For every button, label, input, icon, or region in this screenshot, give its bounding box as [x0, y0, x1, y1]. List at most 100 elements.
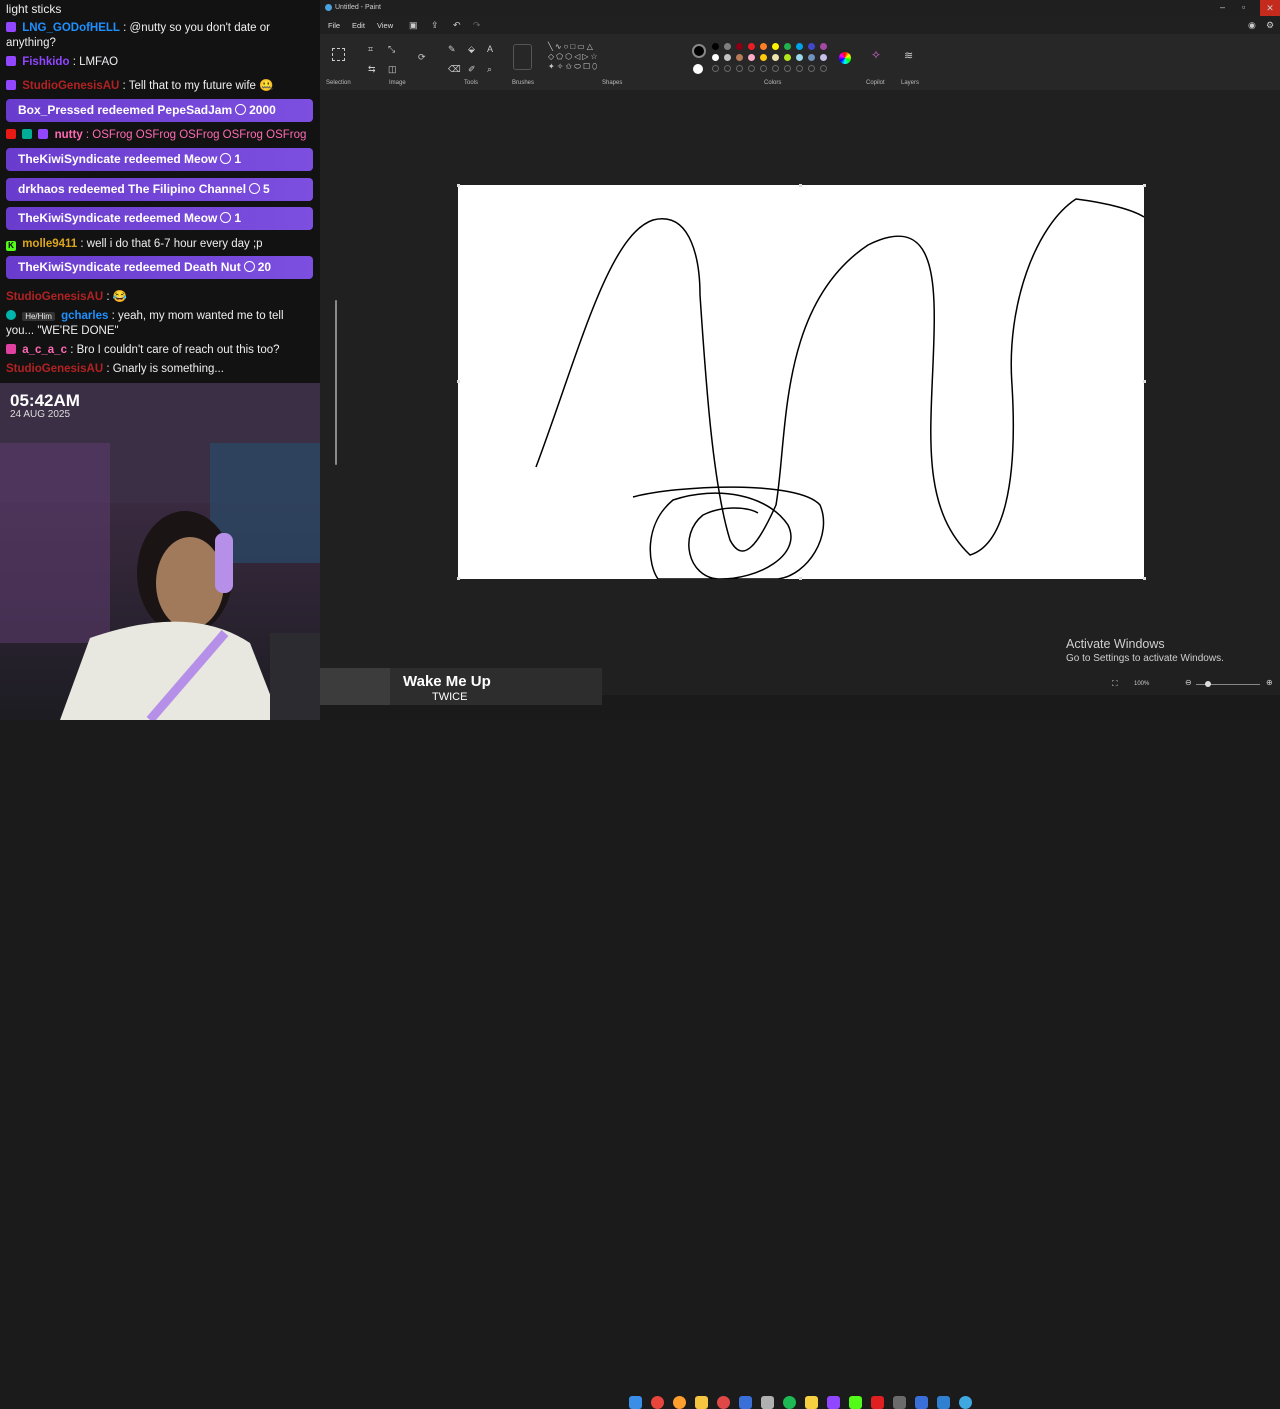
- custom-color-slot[interactable]: [748, 65, 755, 72]
- zoom-slider-thumb[interactable]: [1205, 681, 1211, 687]
- obs-icon[interactable]: [717, 1396, 730, 1409]
- text-tool-icon[interactable]: A: [487, 44, 493, 54]
- custom-color-slot[interactable]: [736, 65, 743, 72]
- image-select-icon[interactable]: ◫: [388, 64, 397, 74]
- chat-username[interactable]: StudioGenesisAU: [6, 363, 103, 375]
- resize-handle[interactable]: [1143, 184, 1146, 187]
- app-icon[interactable]: [739, 1396, 752, 1409]
- zoom-out-icon[interactable]: ⊖: [1185, 678, 1192, 688]
- color-picker-icon[interactable]: ✐: [468, 64, 476, 74]
- fill-icon[interactable]: ⬙: [468, 44, 475, 54]
- vertical-scrollbar[interactable]: [335, 300, 337, 465]
- color-swatch[interactable]: [724, 43, 731, 50]
- maximize-button[interactable]: ▫: [1242, 2, 1245, 12]
- menu-view[interactable]: View: [377, 21, 393, 30]
- edit-colors-button[interactable]: [839, 52, 851, 64]
- chat-username[interactable]: molle9411: [22, 238, 77, 250]
- rotate-icon[interactable]: ⟳: [418, 52, 426, 62]
- chat-username[interactable]: StudioGenesisAU: [22, 80, 119, 92]
- paint-taskbar-icon[interactable]: [959, 1396, 972, 1409]
- resize-handle[interactable]: [799, 184, 802, 187]
- custom-color-slot[interactable]: [772, 65, 779, 72]
- resize-handle[interactable]: [457, 380, 460, 383]
- color-swatch[interactable]: [820, 43, 827, 50]
- youtube-icon[interactable]: [871, 1396, 884, 1409]
- brushes-button[interactable]: [513, 44, 532, 70]
- twitch-icon[interactable]: [827, 1396, 840, 1409]
- copilot-icon[interactable]: ✧: [871, 49, 881, 61]
- minimize-button[interactable]: –: [1220, 2, 1225, 12]
- menu-edit[interactable]: Edit: [352, 21, 365, 30]
- custom-color-slot[interactable]: [784, 65, 791, 72]
- color-swatch[interactable]: [724, 54, 731, 61]
- settings-icon[interactable]: ⚙: [1266, 20, 1274, 30]
- flip-icon[interactable]: ⇆: [368, 64, 376, 74]
- close-button[interactable]: ✕: [1260, 0, 1280, 16]
- shapes-gallery[interactable]: ╲∿○□▭△ ◇⬠⬡◁▷☆ ✦✧✩⬭☐⬯: [548, 42, 624, 74]
- magnifier-icon[interactable]: ⌕: [487, 64, 492, 74]
- app-icon[interactable]: [937, 1396, 950, 1409]
- crop-icon[interactable]: ⌗: [368, 44, 373, 54]
- layers-icon[interactable]: ≋: [904, 51, 913, 62]
- zoom-level[interactable]: 100%: [1134, 681, 1149, 687]
- account-icon[interactable]: ◉: [1248, 20, 1256, 30]
- color-swatch[interactable]: [820, 54, 827, 61]
- color-swatch[interactable]: [772, 43, 779, 50]
- notepad-icon[interactable]: [761, 1396, 774, 1409]
- chat-username[interactable]: gcharles: [61, 310, 108, 322]
- color-swatch[interactable]: [712, 43, 719, 50]
- file-explorer-icon[interactable]: [695, 1396, 708, 1409]
- share-icon[interactable]: ⇪: [431, 20, 439, 30]
- color-swatch[interactable]: [760, 54, 767, 61]
- kick-icon[interactable]: [849, 1396, 862, 1409]
- resize-handle[interactable]: [1143, 577, 1146, 580]
- resize-icon[interactable]: ⤡: [388, 44, 395, 54]
- color-swatch[interactable]: [736, 54, 743, 61]
- color-swatch[interactable]: [760, 43, 767, 50]
- color-swatch[interactable]: [796, 54, 803, 61]
- eraser-icon[interactable]: ⌫: [448, 64, 461, 74]
- chat-username[interactable]: Fishkido: [22, 56, 69, 68]
- custom-color-slot[interactable]: [820, 65, 827, 72]
- redo-icon[interactable]: ↷: [473, 20, 481, 30]
- files-icon[interactable]: [805, 1396, 818, 1409]
- color-swatch[interactable]: [808, 43, 815, 50]
- custom-color-slot[interactable]: [712, 65, 719, 72]
- discord-icon[interactable]: [893, 1396, 906, 1409]
- start-icon[interactable]: [629, 1396, 642, 1409]
- resize-handle[interactable]: [1143, 380, 1146, 383]
- spotify-icon[interactable]: [783, 1396, 796, 1409]
- app-icon[interactable]: [915, 1396, 928, 1409]
- zoom-in-icon[interactable]: ⊕: [1266, 678, 1273, 688]
- chat-username[interactable]: nutty: [55, 129, 83, 141]
- color-swatch[interactable]: [712, 54, 719, 61]
- resize-handle[interactable]: [457, 184, 460, 187]
- custom-color-slot[interactable]: [724, 65, 731, 72]
- chat-username[interactable]: LNG_GODofHELL: [22, 22, 120, 34]
- custom-color-slot[interactable]: [796, 65, 803, 72]
- selection-tool[interactable]: [332, 48, 345, 61]
- chat-username[interactable]: StudioGenesisAU: [6, 291, 103, 303]
- color-swatch[interactable]: [784, 54, 791, 61]
- menu-file[interactable]: File: [328, 21, 340, 30]
- color-swatch[interactable]: [772, 54, 779, 61]
- chrome-icon[interactable]: [651, 1396, 664, 1409]
- color-swatch[interactable]: [808, 54, 815, 61]
- chat-username[interactable]: a_c_a_c: [22, 344, 67, 356]
- pencil-icon[interactable]: ✎: [448, 44, 456, 54]
- color-swatch[interactable]: [748, 43, 755, 50]
- color-swatch[interactable]: [784, 43, 791, 50]
- current-color[interactable]: [692, 44, 706, 58]
- zoom-slider[interactable]: [1196, 681, 1260, 687]
- secondary-color[interactable]: [693, 64, 703, 74]
- resize-handle[interactable]: [799, 577, 802, 580]
- color-swatch[interactable]: [748, 54, 755, 61]
- color-swatch[interactable]: [796, 43, 803, 50]
- custom-color-slot[interactable]: [760, 65, 767, 72]
- fit-to-window-icon[interactable]: ⛶: [1112, 679, 1118, 689]
- firefox-icon[interactable]: [673, 1396, 686, 1409]
- color-swatch[interactable]: [736, 43, 743, 50]
- undo-icon[interactable]: ↶: [453, 20, 461, 30]
- save-icon[interactable]: ▣: [409, 20, 418, 30]
- custom-color-slot[interactable]: [808, 65, 815, 72]
